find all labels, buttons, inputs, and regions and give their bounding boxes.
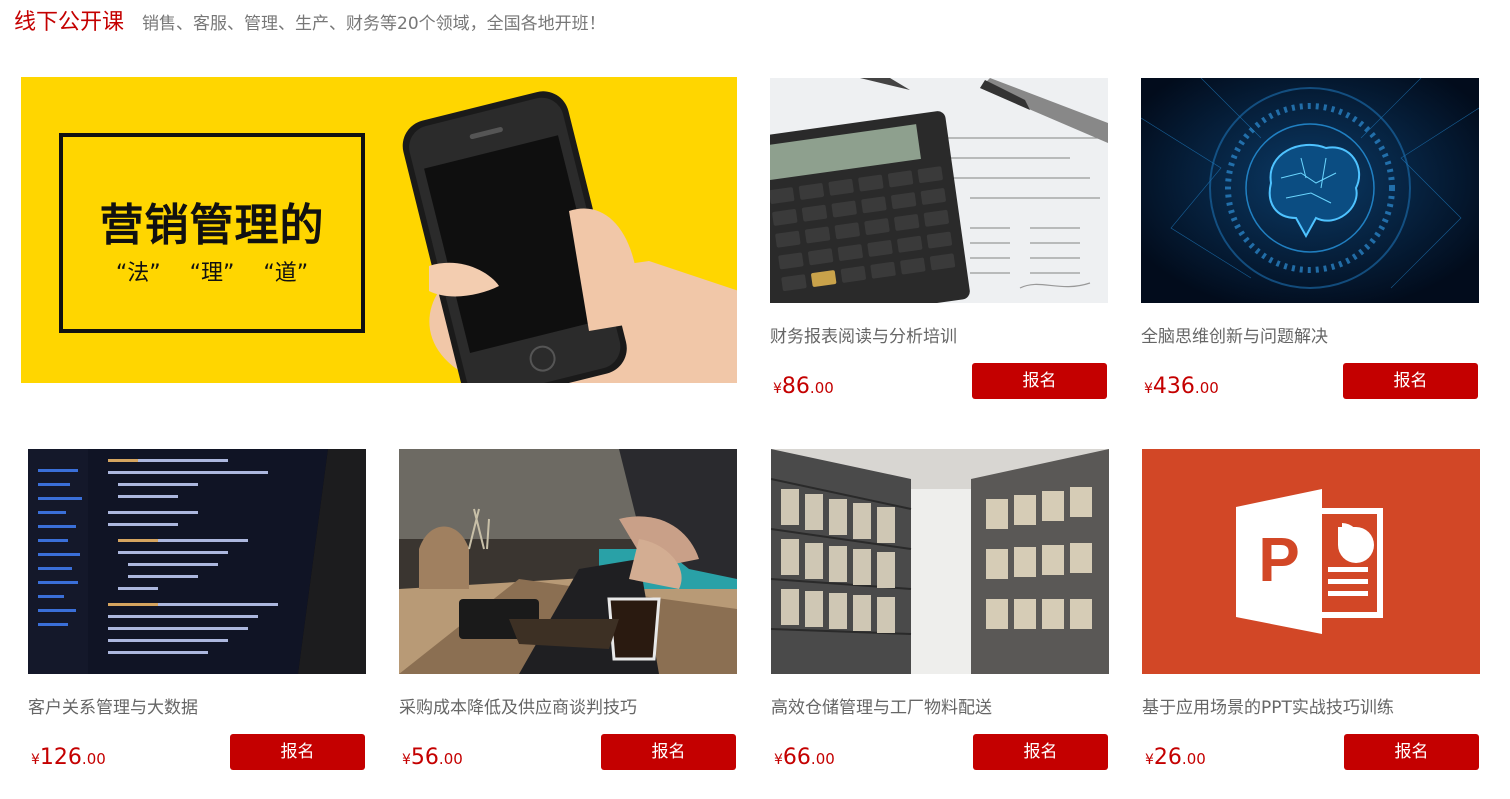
course-thumbnail[interactable] [1141, 78, 1479, 303]
course-card[interactable]: 财务报表阅读与分析培训 ¥86.00 报名 [770, 78, 1108, 399]
course-price: ¥66.00 [774, 745, 835, 770]
course-price: ¥436.00 [1144, 374, 1219, 399]
course-title[interactable]: 采购成本降低及供应商谈判技巧 [399, 693, 637, 718]
course-title[interactable]: 客户关系管理与大数据 [28, 693, 198, 718]
banner-frame: 营销管理的 “法” “理” “道” [59, 133, 365, 333]
course-thumbnail[interactable] [770, 78, 1108, 303]
course-card[interactable]: 采购成本降低及供应商谈判技巧 ¥56.00 报名 [399, 449, 737, 770]
course-thumbnail[interactable] [399, 449, 737, 674]
course-price: ¥26.00 [1145, 745, 1206, 770]
enroll-button[interactable]: 报名 [1343, 363, 1478, 399]
course-price: ¥86.00 [773, 374, 834, 399]
course-card[interactable]: 全脑思维创新与问题解决 ¥436.00 报名 [1141, 78, 1479, 399]
svg-text:P: P [1258, 526, 1299, 595]
course-title[interactable]: 高效仓储管理与工厂物料配送 [771, 693, 992, 718]
code-screen-image [28, 449, 366, 674]
section-subtitle: 销售、客服、管理、生产、财务等20个领域，全国各地开班！ [142, 14, 606, 34]
enroll-button[interactable]: 报名 [230, 734, 365, 770]
enroll-button[interactable]: 报名 [601, 734, 736, 770]
calculator-image [770, 78, 1108, 303]
course-card[interactable]: 高效仓储管理与工厂物料配送 ¥66.00 报名 [771, 449, 1109, 770]
powerpoint-image: P [1142, 449, 1480, 674]
course-thumbnail[interactable] [771, 449, 1109, 674]
section-header: 线下公开课 销售、客服、管理、生产、财务等20个领域，全国各地开班！ [14, 4, 606, 36]
phone-in-hand-image [402, 91, 737, 383]
enroll-button[interactable]: 报名 [973, 734, 1108, 770]
course-title[interactable]: 财务报表阅读与分析培训 [770, 322, 957, 347]
course-price: ¥56.00 [402, 745, 463, 770]
course-title[interactable]: 基于应用场景的PPT实战技巧训练 [1142, 693, 1394, 718]
enroll-button[interactable]: 报名 [972, 363, 1107, 399]
brain-image [1141, 78, 1479, 303]
course-thumbnail[interactable]: P [1142, 449, 1480, 674]
section-title: 线下公开课 [14, 10, 125, 35]
handshake-image [399, 449, 737, 674]
course-price: ¥126.00 [31, 745, 106, 770]
warehouse-image [771, 449, 1109, 674]
banner-subtitle: “法” “理” “道” [115, 261, 309, 286]
course-thumbnail[interactable] [28, 449, 366, 674]
course-card[interactable]: P 基于应用场景的PPT实战技巧训练 ¥26.00 报名 [1142, 449, 1480, 770]
course-title[interactable]: 全脑思维创新与问题解决 [1141, 322, 1328, 347]
featured-banner[interactable]: 营销管理的 “法” “理” “道” [21, 77, 737, 383]
enroll-button[interactable]: 报名 [1344, 734, 1479, 770]
course-card[interactable]: 客户关系管理与大数据 ¥126.00 报名 [28, 449, 366, 770]
banner-title: 营销管理的 [99, 200, 325, 251]
